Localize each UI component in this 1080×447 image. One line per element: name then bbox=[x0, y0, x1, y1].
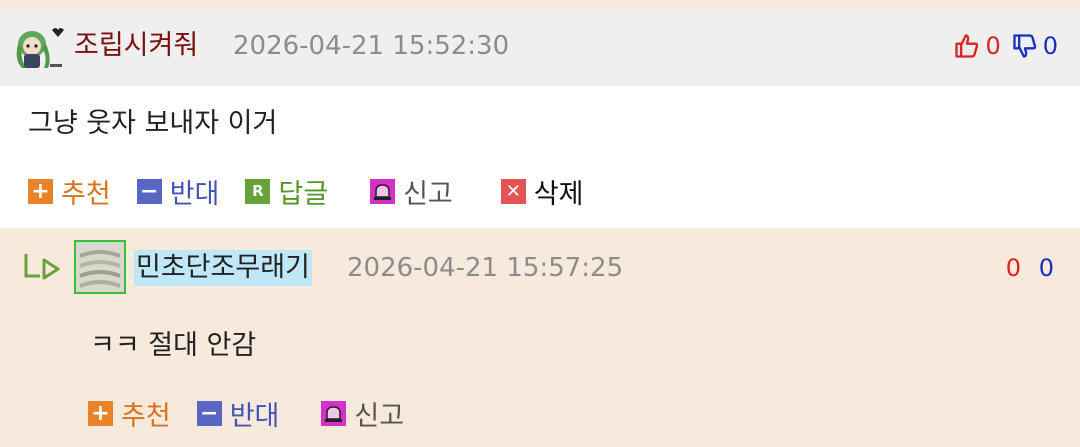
reply-report-button[interactable]: 신고 bbox=[321, 394, 404, 433]
thumbs-up-icon[interactable] bbox=[953, 32, 981, 60]
oppose-label: 반대 bbox=[169, 179, 220, 210]
reply-date: 2026-04-21 15:57:25 bbox=[347, 253, 624, 283]
top-strip bbox=[0, 0, 1080, 8]
siren-icon bbox=[370, 179, 396, 204]
comment-text: 그냥 웃자 보내자 이거 bbox=[28, 108, 278, 139]
reply-dislike-count: 0 bbox=[1038, 254, 1054, 282]
reply-author[interactable]: 민초단조무래기 bbox=[134, 250, 312, 286]
comment-actions: + 추천 − 반대 R 답글 신고 ✕ 삭제 bbox=[28, 172, 609, 211]
reply-oppose-button[interactable]: − 반대 bbox=[196, 394, 280, 433]
oppose-label: 반대 bbox=[229, 401, 280, 432]
comment-date: 2026-04-21 15:52:30 bbox=[233, 31, 510, 61]
like-count: 0 bbox=[985, 32, 1001, 60]
delete-button[interactable]: ✕ 삭제 bbox=[500, 172, 584, 211]
plus-icon: + bbox=[88, 401, 113, 426]
reply-icon: R bbox=[245, 179, 271, 204]
report-label: 신고 bbox=[354, 401, 405, 432]
user-avatar[interactable] bbox=[8, 22, 68, 74]
recommend-label: 추천 bbox=[61, 179, 111, 210]
thumbs-down-icon[interactable] bbox=[1011, 32, 1039, 60]
close-icon: ✕ bbox=[500, 179, 526, 204]
recommend-label: 추천 bbox=[121, 401, 171, 432]
reply-like-count: 0 bbox=[1005, 254, 1022, 282]
plus-icon: + bbox=[28, 179, 53, 204]
comment-author[interactable]: 조립시켜줘 bbox=[74, 26, 198, 66]
dislike-count: 0 bbox=[1042, 32, 1058, 60]
vote-counts: 0 0 bbox=[953, 28, 1058, 64]
report-label: 신고 bbox=[403, 179, 453, 210]
recommend-button[interactable]: + 추천 bbox=[28, 172, 111, 211]
reply-text: ㅋㅋ 절대 안감 bbox=[90, 330, 257, 361]
reply-label: 답글 bbox=[278, 179, 329, 210]
reply-button[interactable]: R 답글 bbox=[245, 172, 328, 211]
reply-recommend-button[interactable]: + 추천 bbox=[88, 394, 171, 433]
oppose-button[interactable]: − 반대 bbox=[136, 172, 220, 211]
reply-actions: + 추천 − 반대 신고 bbox=[88, 394, 430, 433]
siren-icon bbox=[321, 401, 347, 426]
reply-vote-counts: 0 0 bbox=[1006, 250, 1054, 286]
minus-icon: − bbox=[196, 401, 222, 426]
report-button[interactable]: 신고 bbox=[370, 172, 453, 211]
reply-avatar[interactable] bbox=[74, 240, 126, 294]
comment-header: 조립시켜줘 2026-04-21 15:52:30 0 0 bbox=[0, 8, 1080, 86]
minus-icon: − bbox=[136, 179, 162, 204]
reply-arrow-icon bbox=[24, 254, 60, 280]
delete-label: 삭제 bbox=[533, 179, 584, 210]
